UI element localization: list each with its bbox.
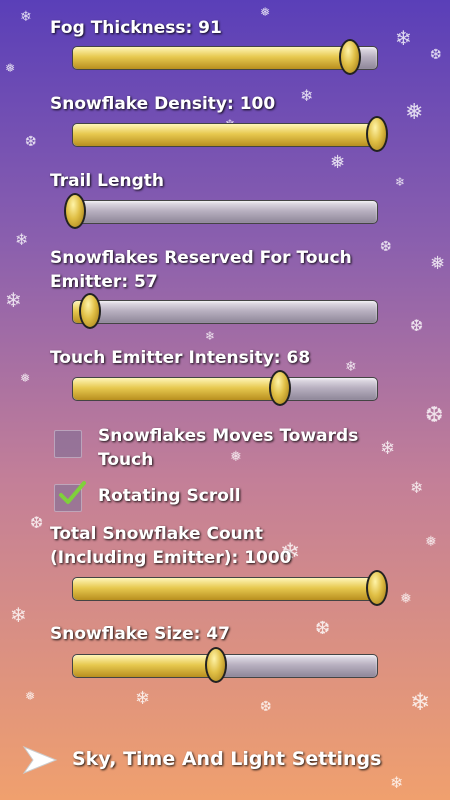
sky-time-light-settings-label: Sky, Time And Light Settings [72,748,382,770]
trail-length-slider[interactable] [64,193,378,229]
rotating-scroll-label: Rotating Scroll [98,486,241,506]
touch-emitter-intensity-thumb[interactable] [269,370,291,406]
fog-thickness-fill [73,47,350,69]
snowflake-density-fill [73,124,377,146]
trail-length-thumb[interactable] [64,193,86,229]
total-count-label: Total Snowflake Count (Including Emitter… [50,524,292,568]
total-count-fill [73,578,377,600]
rotating-scroll-row[interactable]: Rotating Scroll [54,481,374,514]
total-count-slider[interactable] [72,570,388,606]
sky-time-light-settings-link[interactable]: Sky, Time And Light Settings [22,742,422,782]
reserved-for-touch-slider[interactable] [72,293,378,329]
snowflake-size-slider[interactable] [72,647,378,683]
fog-thickness-label: Fog Thickness: 91 [50,18,222,38]
moves-towards-touch-checkbox[interactable] [54,430,82,458]
snowflake-size-label: Snowflake Size: 47 [50,624,230,644]
touch-emitter-intensity-label: Touch Emitter Intensity: 68 [50,348,311,368]
snowflake-size-fill [73,655,216,677]
reserved-for-touch-label: Snowflakes Reserved For Touch Emitter: 5… [50,248,352,292]
touch-emitter-intensity-slider[interactable] [72,370,378,406]
touch-emitter-intensity-fill [73,378,280,400]
total-count-thumb[interactable] [366,570,388,606]
snowflake-density-slider[interactable] [72,116,388,152]
fog-thickness-thumb[interactable] [339,39,361,75]
moves-towards-touch-row[interactable]: Snowflakes Moves Towards Touch [54,424,374,472]
checkmark-icon [59,481,86,504]
reserved-for-touch-thumb[interactable] [79,293,101,329]
snowflake-density-label: Snowflake Density: 100 [50,94,276,114]
fog-thickness-slider[interactable] [72,39,378,75]
rotating-scroll-checkbox[interactable] [54,481,86,512]
snowflake-density-thumb[interactable] [366,116,388,152]
snowflake-size-thumb[interactable] [205,647,227,683]
arrow-right-icon [22,745,58,775]
trail-length-label: Trail Length [50,171,165,191]
moves-towards-touch-label: Snowflakes Moves Towards Touch [98,426,359,470]
